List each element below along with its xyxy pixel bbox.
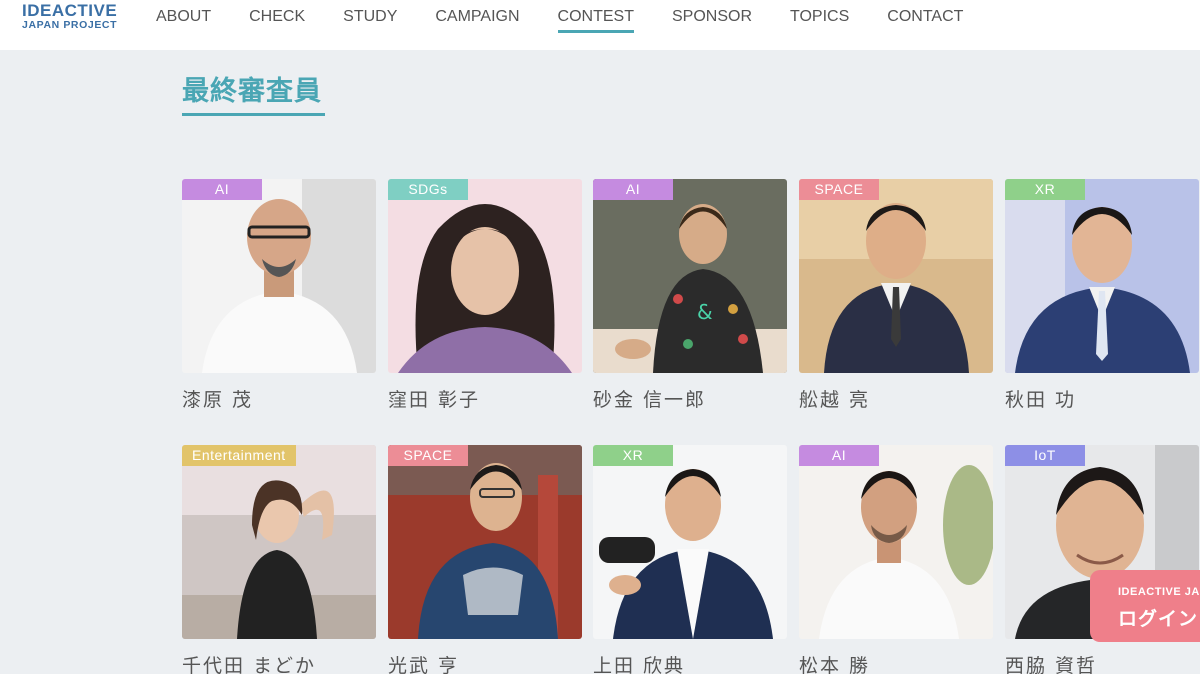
judge-card[interactable]: SPACE 光武 亨: [388, 445, 582, 674]
judge-photo: SPACE: [799, 179, 993, 373]
judge-name: 光武 亨: [388, 655, 460, 674]
judge-name: 西脇 資哲: [1005, 655, 1098, 674]
logo-wordmark: IDEACTIVE: [22, 1, 118, 20]
judge-card[interactable]: XR 上田 欣典: [593, 445, 787, 674]
judge-card[interactable]: AI 松本 勝: [799, 445, 993, 674]
category-tag: Entertainment: [182, 445, 296, 466]
nav-sponsor[interactable]: SPONSOR: [672, 8, 752, 30]
nav-contest[interactable]: CONTEST: [557, 8, 635, 33]
judge-card[interactable]: Entertainment 千代田 まどか: [182, 445, 376, 674]
nav-about[interactable]: ABOUT: [156, 8, 211, 30]
judge-photo: AI: [799, 445, 993, 639]
judge-photo: XR: [1005, 179, 1199, 373]
logo-subtitle: JAPAN PROJECT: [22, 19, 118, 31]
login-brand: IDEACTIVE JA: [1118, 586, 1200, 598]
category-tag: AI: [182, 179, 262, 200]
login-label: ログイン: [1118, 608, 1199, 630]
category-tag: SDGs: [388, 179, 468, 200]
judge-photo: Entertainment: [182, 445, 376, 639]
judge-name: 千代田 まどか: [182, 655, 317, 674]
category-tag: XR: [1005, 179, 1085, 200]
judge-card[interactable]: SDGs 窪田 彰子: [388, 179, 582, 412]
judge-name: 秋田 功: [1005, 389, 1077, 411]
judge-photo: SDGs: [388, 179, 582, 373]
svg-text:&: &: [697, 300, 713, 324]
judge-card[interactable]: XR 秋田 功: [1005, 179, 1199, 412]
main-nav: ABOUT CHECK STUDY CAMPAIGN CONTEST SPONS…: [156, 8, 1001, 33]
judge-name: 窪田 彰子: [388, 389, 481, 411]
category-tag: XR: [593, 445, 673, 466]
page-title: 最終審査員: [182, 76, 322, 107]
nav-campaign[interactable]: CAMPAIGN: [435, 8, 519, 30]
judge-name: 上田 欣典: [593, 655, 686, 674]
judge-card[interactable]: SPACE 舩越 亮: [799, 179, 993, 412]
judge-name: 舩越 亮: [799, 389, 871, 411]
site-logo[interactable]: IDEACTIVE JAPAN PROJECT: [22, 2, 117, 31]
nav-contact[interactable]: CONTACT: [887, 8, 963, 30]
category-tag: IoT: [1005, 445, 1085, 466]
judge-card[interactable]: & AI 砂金 信一郎: [593, 179, 787, 412]
judge-card[interactable]: AI 漆原 茂: [182, 179, 376, 412]
nav-topics[interactable]: TOPICS: [790, 8, 849, 30]
title-underline: [182, 113, 325, 116]
category-tag: AI: [593, 179, 673, 200]
judge-photo: & AI: [593, 179, 787, 373]
judge-name: 漆原 茂: [182, 389, 254, 411]
category-tag: SPACE: [388, 445, 468, 466]
category-tag: AI: [799, 445, 879, 466]
judge-photo: SPACE: [388, 445, 582, 639]
site-header: IDEACTIVE JAPAN PROJECT ABOUT CHECK STUD…: [0, 0, 1200, 50]
judge-photo: XR: [593, 445, 787, 639]
judge-name: 砂金 信一郎: [593, 389, 707, 411]
nav-study[interactable]: STUDY: [343, 8, 397, 30]
login-button[interactable]: IDEACTIVE JA ログイン: [1090, 570, 1200, 642]
judge-photo: AI: [182, 179, 376, 373]
judge-name: 松本 勝: [799, 655, 871, 674]
nav-check[interactable]: CHECK: [249, 8, 305, 30]
category-tag: SPACE: [799, 179, 879, 200]
